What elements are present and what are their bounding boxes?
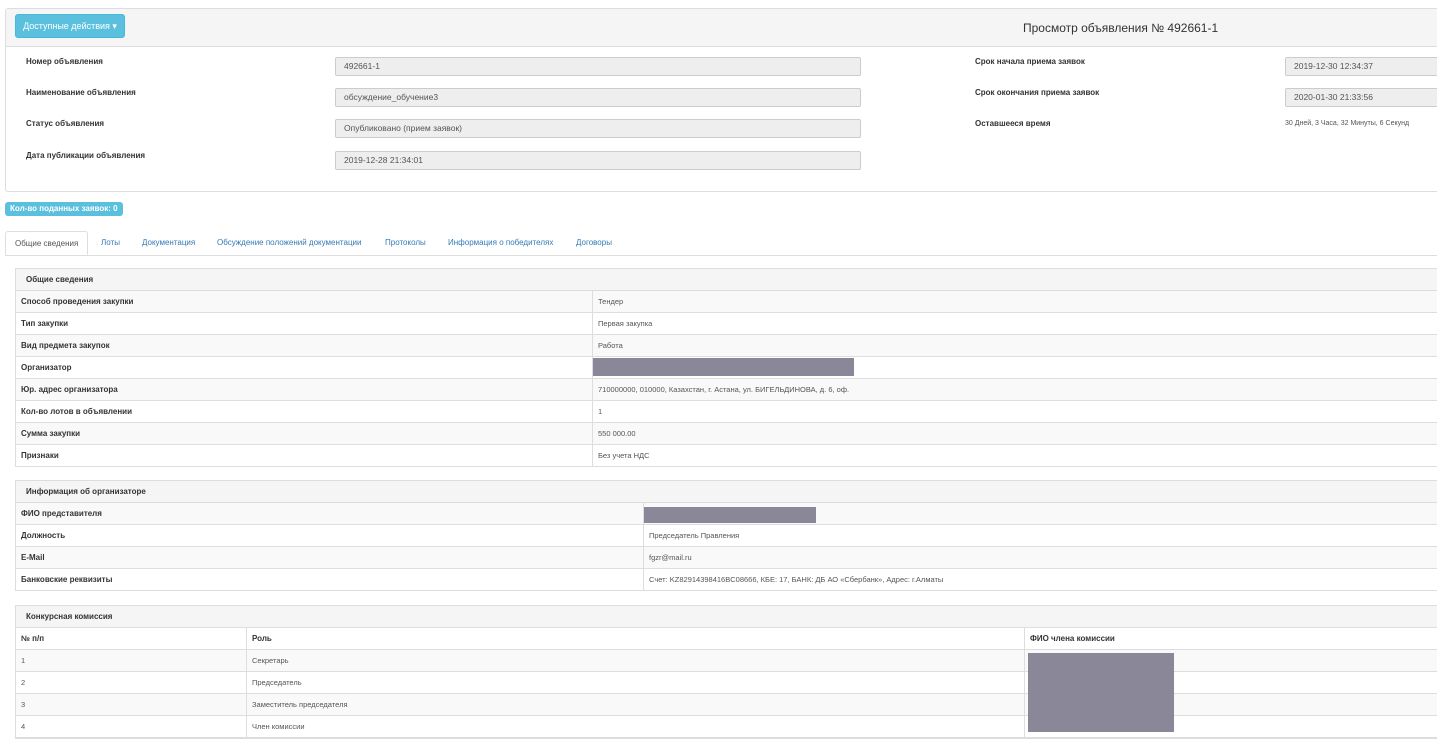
organizer-redacted [593,358,854,376]
table-row: 4 Член комиссии [16,716,1437,738]
row-role: Член комиссии [246,716,1024,737]
section-title: Конкурсная комиссия [16,606,1437,628]
tab-general[interactable]: Общие сведения [5,231,89,255]
remaining-time-value: 30 Дней, 3 Часа, 32 Минуты, 6 Секунд [1285,120,1410,127]
tabs-bar: Общие сведения Лоты Документация Обсужде… [5,231,1437,256]
row-value: Первая закупка [592,313,652,334]
row-value: 1 [592,401,602,422]
row-number: 3 [21,700,26,709]
table-row: Банковские реквизиты Счет: KZ82914398416… [16,569,1437,590]
row-label: ФИО представителя [21,509,102,518]
end-date-field: 2020-01-30 21:33:56 [1285,88,1437,107]
row-label: Должность [21,531,66,540]
publication-date-field: 2019-12-28 21:34:01 [335,151,861,170]
row-label: Юр. адрес организатора [21,385,118,394]
applications-count-badge: Кол-во поданных заявок: 0 [5,202,123,216]
table-row: E-Mail fgzr@mail.ru [16,547,1437,569]
row-value: Тендер [592,291,623,312]
table-row: Тип закупки Первая закупка [16,313,1437,335]
section-title: Общие сведения [16,269,1437,291]
section-title: Информация об организаторе [16,481,1437,503]
available-actions-button[interactable]: Доступные действия ▾ [15,14,125,38]
row-label: Сумма закупки [21,429,81,438]
table-row: 2 Председатель [16,672,1437,694]
row-number: 4 [21,722,26,731]
organizer-info-section: Информация об организаторе ФИО представи… [15,480,1437,591]
publication-date-label: Дата публикации объявления [26,151,146,160]
panel-header: Доступные действия ▾ Просмотр объявления… [6,9,1437,47]
table-row: Признаки Без учета НДС [16,445,1437,466]
tab-lots[interactable]: Лоты [101,231,120,255]
announcement-status-label: Статус объявления [26,119,105,128]
announcement-panel: Доступные действия ▾ Просмотр объявления… [5,8,1437,192]
announcement-status-field: Опубликовано (прием заявок) [335,119,861,138]
tab-contracts[interactable]: Договоры [576,231,612,255]
tab-winners-info[interactable]: Информация о победителях [448,231,553,255]
end-date-label: Срок окончания приема заявок [975,88,1100,97]
table-row: Способ проведения закупки Тендер [16,291,1437,313]
row-label: Организатор [21,363,72,372]
row-number: 2 [21,678,26,687]
tab-documentation[interactable]: Документация [142,231,195,255]
table-row: 1 Секретарь [16,650,1437,672]
row-role: Заместитель председателя [246,694,1024,715]
start-date-label: Срок начала приема заявок [975,57,1085,66]
announcement-name-field: обсуждение_обучение3 [335,88,861,107]
row-role: Секретарь [246,650,1024,671]
row-number: 1 [21,656,26,665]
commission-section: Конкурсная комиссия № п/п Роль ФИО члена… [15,605,1437,739]
page-title: Просмотр объявления № 492661-1 [1023,21,1219,35]
announcement-number-field: 492661-1 [335,57,861,76]
announcement-number-label: Номер объявления [26,57,103,66]
row-value: Работа [592,335,623,356]
table-row: 3 Заместитель председателя [16,694,1437,716]
tab-protocols[interactable]: Протоколы [385,231,426,255]
announcement-name-label: Наименование объявления [26,88,136,97]
row-label: E-Mail [21,553,45,562]
row-value: 550 000.00 [592,423,636,444]
remaining-time-label: Оставшееся время [975,119,1051,128]
row-label: Вид предмета закупок [21,341,110,350]
table-row: Вид предмета закупок Работа [16,335,1437,357]
row-value: Счет: KZ82914398416BC08666, КБЕ: 17, БАН… [643,569,943,590]
row-value: Без учета НДС [592,445,650,466]
table-header-row: № п/п Роль ФИО члена комиссии [16,628,1437,650]
row-value: Председатель Правления [643,525,739,546]
header-role: Роль [246,628,1024,649]
start-date-field: 2019-12-30 12:34:37 [1285,57,1437,76]
tab-documentation-discussion[interactable]: Обсуждение положений документации [217,231,361,255]
row-role: Председатель [246,672,1024,693]
table-row: ФИО представителя [16,503,1437,525]
row-label: Признаки [21,451,59,460]
table-row: Юр. адрес организатора 710000000, 010000… [16,379,1437,401]
row-value: 710000000, 010000, Казахстан, г. Астана,… [592,379,849,400]
representative-redacted [644,507,816,523]
table-row: Должность Председатель Правления [16,525,1437,547]
row-label: Кол-во лотов в объявлении [21,407,133,416]
header-number: № п/п [21,634,45,643]
row-label: Банковские реквизиты [21,575,113,584]
row-value: fgzr@mail.ru [643,547,692,568]
header-member-name: ФИО члена комиссии [1024,628,1437,649]
table-row: Кол-во лотов в объявлении 1 [16,401,1437,423]
general-info-section: Общие сведения Способ проведения закупки… [15,268,1437,467]
row-label: Тип закупки [21,319,69,328]
table-row: Сумма закупки 550 000.00 [16,423,1437,445]
row-label: Способ проведения закупки [21,297,134,306]
table-row: Организатор [16,357,1437,379]
commission-members-redacted [1028,653,1174,732]
